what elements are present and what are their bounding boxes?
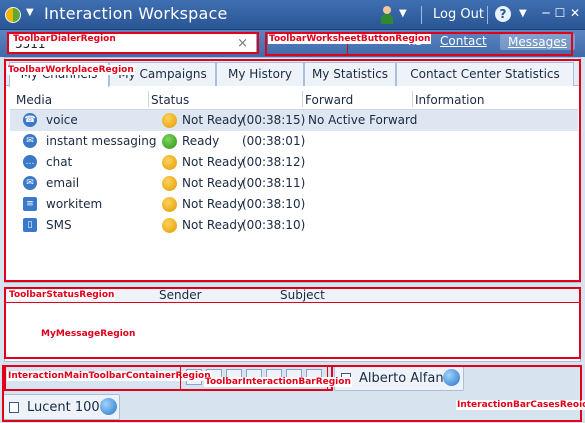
maximize-button[interactable]: ☐ [552,6,568,22]
workplace-region-outline [4,59,581,282]
my-message-region-label: MyMessageRegion [40,329,137,339]
workplace-region-label: ToolbarWorkplaceRegion [7,65,135,75]
app-title: Interaction Workspace [44,4,228,23]
title-bar: ▼ Interaction Workspace ▼ Log Out ? ▼ ─ … [0,0,585,30]
status-region-label: ToolbarStatusRegion [8,290,116,300]
worksheet-region-label: ToolbarWorksheetButtonRegion [268,34,432,44]
title-separator [487,6,488,24]
help-chevron-icon[interactable]: ▼ [519,8,527,19]
logout-button[interactable]: Log Out [433,7,484,22]
bar-cases-region-outline [2,365,582,422]
agent-status-icon[interactable] [380,6,394,24]
agent-status-chevron-icon[interactable]: ▼ [399,8,407,19]
help-icon[interactable]: ? [495,6,511,22]
dialer-region-label: ToolbarDialerRegion [12,34,117,44]
title-separator [421,6,422,24]
close-button[interactable]: ✕ [567,6,583,22]
bar-cases-region-label: InteractionBarCasesReoion [456,400,585,410]
app-menu-chevron-icon[interactable]: ▼ [26,7,34,18]
workspace-logo-icon [5,7,21,23]
